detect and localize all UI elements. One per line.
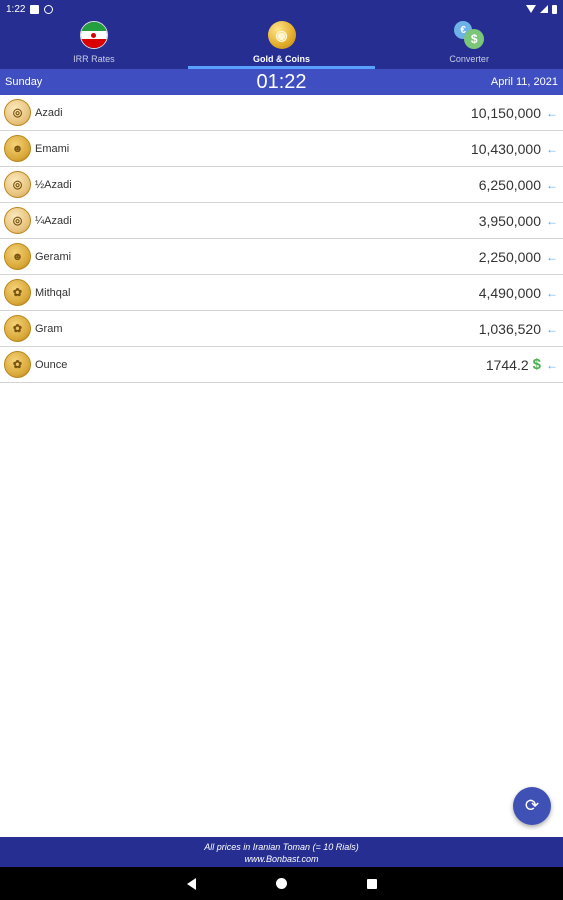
refresh-icon: ⟳ <box>524 796 540 815</box>
list-item[interactable]: ☻ Emami 10,430,000 ← <box>0 131 563 167</box>
coin-price: 6,250,000 <box>478 176 541 193</box>
tab-label: IRR Rates <box>73 54 115 64</box>
back-icon[interactable] <box>186 877 196 890</box>
wifi-icon <box>526 5 536 13</box>
coin-price: 10,150,000 <box>470 104 541 121</box>
system-navigation-bar <box>0 867 563 900</box>
status-bar: 1:22 <box>0 0 563 18</box>
signal-icon <box>540 5 548 13</box>
emami-coin-icon: ☻ <box>4 135 31 162</box>
coin-name: Ounce <box>35 358 68 371</box>
tab-irr-rates[interactable]: IRR Rates <box>0 18 188 69</box>
gold-coin-icon: ◉ <box>267 21 296 49</box>
clock-time: 01:22 <box>256 70 307 93</box>
tab-label: Gold & Coins <box>253 54 310 64</box>
tab-converter[interactable]: € $ Converter <box>375 18 563 69</box>
list-item[interactable]: ◎ Azadi 10,150,000 ← <box>0 95 563 131</box>
coin-name: Emami <box>35 142 70 155</box>
gram-coin-icon: ✿ <box>4 315 31 342</box>
arrow-left-icon: ← <box>546 357 558 372</box>
tab-gold-coins[interactable]: ◉ Gold & Coins <box>187 18 376 69</box>
list-item[interactable]: ◎ ¼Azadi 3,950,000 ← <box>0 203 563 239</box>
coin-name: Gram <box>35 322 63 335</box>
arrow-left-icon: ← <box>546 249 558 264</box>
ounce-coin-icon: ✿ <box>4 351 31 378</box>
arrow-left-icon: ← <box>546 105 558 120</box>
coin-price-list: ◎ Azadi 10,150,000 ← ☻ Emami 10,430,000 … <box>0 95 563 383</box>
half-azadi-coin-icon: ◎ <box>4 171 31 198</box>
coin-name: Azadi <box>35 106 63 119</box>
arrow-left-icon: ← <box>546 285 558 300</box>
list-item[interactable]: ✿ Mithqal 4,490,000 ← <box>0 275 563 311</box>
gerami-coin-icon: ☻ <box>4 243 31 270</box>
mithqal-coin-icon: ✿ <box>4 279 31 306</box>
home-icon[interactable] <box>275 878 287 889</box>
battery-icon <box>552 4 557 14</box>
coin-name: ¼Azadi <box>35 214 72 227</box>
recent-apps-icon[interactable] <box>366 878 377 889</box>
arrow-left-icon: ← <box>546 141 558 156</box>
refresh-button[interactable]: ⟳ <box>513 787 551 825</box>
footer: All prices in Iranian Toman (= 10 Rials)… <box>0 837 563 867</box>
list-item[interactable]: ☻ Gerami 2,250,000 ← <box>0 239 563 275</box>
status-time: 1:22 <box>6 3 26 15</box>
sync-icon <box>44 4 54 14</box>
date-time-header: Sunday 01:22 April 11, 2021 <box>0 69 563 95</box>
coin-price: 10,430,000 <box>470 140 541 157</box>
coin-name: Gerami <box>35 250 72 263</box>
day-label: Sunday <box>5 76 43 88</box>
coin-price: 1744.2 <box>485 356 529 373</box>
list-item[interactable]: ✿ Gram 1,036,520 ← <box>0 311 563 347</box>
tab-label: Converter <box>449 54 489 64</box>
coin-price: 3,950,000 <box>478 212 541 229</box>
footer-website[interactable]: www.Bonbast.com <box>0 853 563 865</box>
arrow-left-icon: ← <box>546 177 558 192</box>
coin-name: Mithqal <box>35 286 71 299</box>
quarter-azadi-coin-icon: ◎ <box>4 207 31 234</box>
footer-note: All prices in Iranian Toman (= 10 Rials) <box>204 842 359 852</box>
coin-name: ½Azadi <box>35 178 72 191</box>
arrow-left-icon: ← <box>546 213 558 228</box>
coin-price: 2,250,000 <box>478 248 541 265</box>
list-item[interactable]: ◎ ½Azadi 6,250,000 ← <box>0 167 563 203</box>
date-label: April 11, 2021 <box>490 76 558 88</box>
dollar-icon: $ <box>532 356 541 373</box>
arrow-left-icon: ← <box>546 321 558 336</box>
list-item[interactable]: ✿ Ounce 1744.2 $ ← <box>0 347 563 383</box>
tab-bar: IRR Rates ◉ Gold & Coins € $ Converter <box>0 18 563 69</box>
coin-price: 1,036,520 <box>478 320 541 337</box>
coin-price: 4,490,000 <box>478 284 541 301</box>
azadi-coin-icon: ◎ <box>4 99 31 126</box>
currency-converter-icon: € $ <box>454 21 485 49</box>
iran-flag-icon <box>79 21 108 49</box>
sd-card-icon <box>30 4 40 14</box>
